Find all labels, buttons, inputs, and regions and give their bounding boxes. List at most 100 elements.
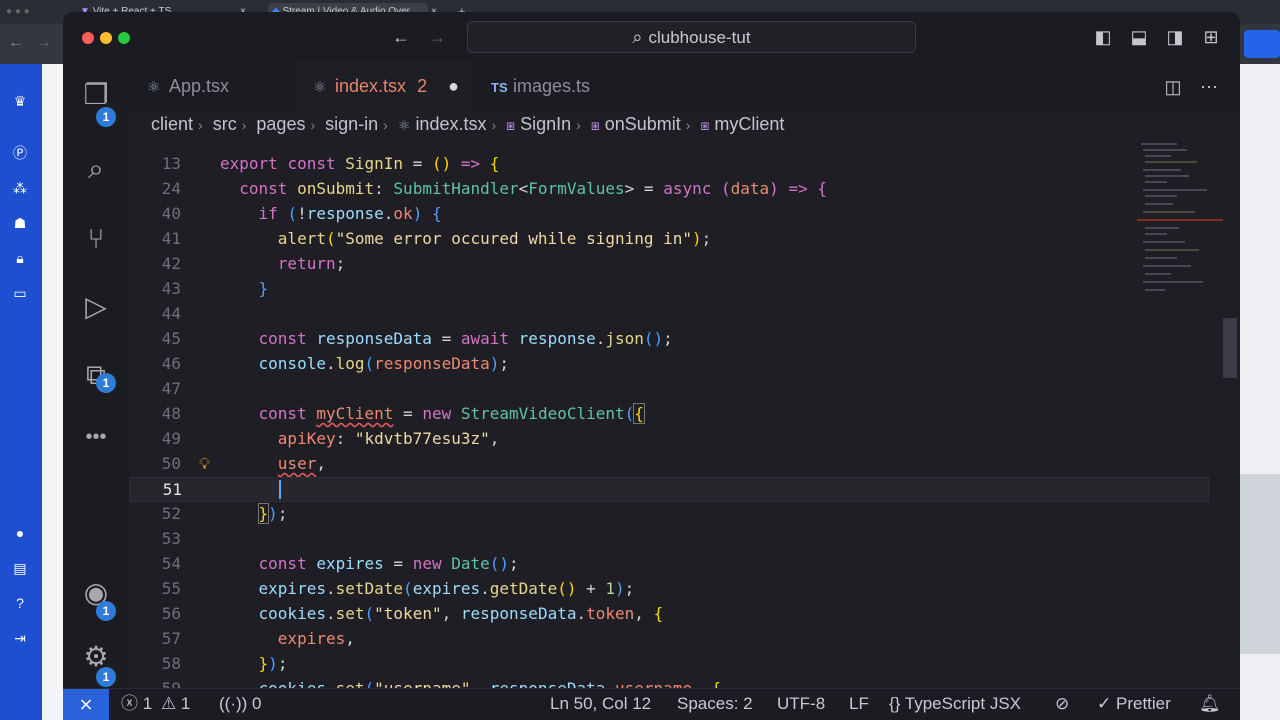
code-line: 56 cookies.set("token", responseData.tok… xyxy=(129,602,1209,627)
code-line-current: 51 xyxy=(129,477,1209,502)
users-icon[interactable]: ☗ xyxy=(11,214,29,232)
page-thumbnail xyxy=(1240,474,1280,654)
code-text: if (!response.ok) { xyxy=(258,204,442,223)
breadcrumb-item[interactable]: pages xyxy=(256,114,305,135)
code-line: 41 alert("Some error occured while signi… xyxy=(129,227,1209,252)
line-number: 58 xyxy=(161,654,181,673)
vertical-scrollbar[interactable] xyxy=(1223,318,1237,378)
ports-count: 0 xyxy=(252,694,262,713)
maximize-window-button[interactable] xyxy=(118,32,130,44)
indentation[interactable]: Spaces: 2 xyxy=(677,689,753,719)
code-line: 54 const expires = new Date(); xyxy=(129,552,1209,577)
code-line: 55 expires.setDate(expires.getDate() + 1… xyxy=(129,577,1209,602)
code-text: const expires = new Date(); xyxy=(258,554,519,573)
browser-extension-button[interactable] xyxy=(1244,30,1280,58)
back-icon[interactable]: ← xyxy=(390,26,412,48)
copilot-disabled-icon[interactable]: ⊘ xyxy=(1055,689,1069,719)
error-icon: ⓧ xyxy=(121,694,138,713)
book-icon[interactable]: ▤ xyxy=(11,559,29,577)
back-icon[interactable]: ← xyxy=(8,34,24,52)
customize-layout-icon[interactable]: ⊞ xyxy=(1200,26,1222,48)
problems-indicator[interactable]: ⓧ 1 ⚠ 1 xyxy=(121,689,190,719)
ports-indicator[interactable]: ((·)) 0 xyxy=(219,689,262,719)
editor-tabs: ⚛ App.tsx ⚛ index.tsx 2 ● TS images.ts ◫ ⋯ xyxy=(129,62,1240,112)
more-actions-icon[interactable]: ⋯ xyxy=(1198,76,1220,98)
workspace-title: clubhouse-tut xyxy=(648,28,751,47)
lock-icon[interactable]: 🔒︎ xyxy=(11,249,29,267)
apps-icon[interactable]: ⁂ xyxy=(11,179,29,197)
chevron-right-icon: › xyxy=(491,117,497,133)
toggle-secondary-sidebar-icon[interactable]: ◨ xyxy=(1164,26,1186,48)
logout-icon[interactable]: ⇥ xyxy=(11,629,29,647)
code-line: 47 xyxy=(129,377,1209,402)
code-text: alert("Some error occured while signing … xyxy=(277,229,712,248)
code-text: }); xyxy=(257,503,288,524)
minimize-window-button[interactable] xyxy=(100,32,112,44)
run-debug-icon[interactable]: ▷ xyxy=(77,288,115,326)
toggle-panel-icon[interactable]: ⬓ xyxy=(1128,26,1150,48)
breadcrumb: client › src › pages › sign-in › ⚛ index.tsx… xyxy=(151,114,784,140)
breadcrumb-item[interactable]: src xyxy=(213,114,237,135)
prettier-status[interactable]: ✓ Prettier xyxy=(1097,689,1171,719)
breadcrumb-item[interactable]: client xyxy=(151,114,193,135)
line-number: 49 xyxy=(161,429,181,448)
p-icon[interactable]: Ⓟ xyxy=(11,144,29,162)
end-of-line[interactable]: LF xyxy=(849,689,869,719)
close-window-button[interactable] xyxy=(82,32,94,44)
line-number: 24 xyxy=(161,179,181,198)
lightbulb-icon[interactable]: 💡︎ xyxy=(199,452,210,477)
code-text: user, xyxy=(277,454,326,473)
language-mode[interactable]: {} TypeScript JSX xyxy=(889,689,1021,719)
react-icon: ⚛ xyxy=(397,117,411,133)
split-editor-icon[interactable]: ◫ xyxy=(1162,76,1184,98)
code-text: } xyxy=(258,279,269,298)
breadcrumb-item[interactable]: onSubmit xyxy=(605,114,681,135)
encoding[interactable]: UTF-8 xyxy=(777,689,825,719)
user-icon[interactable]: ● xyxy=(11,524,29,542)
tab-images-ts[interactable]: TS images.ts xyxy=(473,62,623,112)
line-number: 57 xyxy=(161,629,181,648)
bell-icon[interactable]: 🔔︎ xyxy=(1199,689,1221,719)
forward-icon[interactable]: → xyxy=(36,34,52,52)
chevron-right-icon: › xyxy=(383,117,388,133)
code-text: const onSubmit: SubmitHandler<FormValues… xyxy=(239,179,827,198)
toggle-primary-sidebar-icon[interactable]: ◧ xyxy=(1092,26,1114,48)
code-editor[interactable]: 13 export const SignIn = () => { 24 const… xyxy=(129,140,1240,698)
card-icon[interactable]: ▭ xyxy=(11,284,29,302)
chevron-right-icon: › xyxy=(241,117,247,133)
breadcrumb-item[interactable]: SignIn xyxy=(520,114,571,135)
code-text: const responseData = await response.json… xyxy=(258,329,673,348)
tab-app-tsx[interactable]: ⚛ App.tsx xyxy=(129,62,287,112)
tab-index-tsx[interactable]: ⚛ index.tsx 2 ● xyxy=(295,62,473,112)
line-number: 52 xyxy=(161,504,181,523)
remote-icon[interactable]: ⨯ xyxy=(63,689,109,720)
forward-icon[interactable]: → xyxy=(426,26,448,48)
breadcrumb-item[interactable]: myClient xyxy=(714,114,784,135)
line-number: 48 xyxy=(161,404,181,423)
line-number: 55 xyxy=(161,579,181,598)
breadcrumb-item[interactable]: index.tsx xyxy=(415,114,486,135)
more-icon[interactable]: ••• xyxy=(77,418,115,456)
language-label: TypeScript JSX xyxy=(904,694,1021,713)
source-control-icon[interactable]: ⑂ xyxy=(77,220,115,258)
browser-window-controls: ● ● ● xyxy=(6,6,30,17)
minimap[interactable] xyxy=(1137,140,1223,300)
line-number: 56 xyxy=(161,604,181,623)
help-icon[interactable]: ? xyxy=(11,594,29,612)
line-number: 13 xyxy=(161,154,181,173)
code-line: 50 💡︎ user, xyxy=(129,452,1209,477)
breadcrumb-item[interactable]: sign-in xyxy=(325,114,378,135)
tab-label: App.tsx xyxy=(169,76,230,96)
unsaved-dot-icon[interactable]: ● xyxy=(448,76,459,96)
cursor-position[interactable]: Ln 50, Col 12 xyxy=(550,689,651,719)
code-text: cookies.set("token", responseData.token,… xyxy=(258,604,664,623)
code-text: expires, xyxy=(277,629,355,648)
tab-label: index.tsx xyxy=(335,76,407,96)
search-icon[interactable]: ⌕ xyxy=(77,150,115,188)
line-number: 54 xyxy=(161,554,181,573)
title-bar: ← → ⌕ clubhouse-tut ◧ ⬓ ◨ ⊞ xyxy=(63,12,1240,62)
line-number: 46 xyxy=(161,354,181,373)
line-number: 43 xyxy=(161,279,181,298)
symbol-icon: ⧆ xyxy=(700,117,710,133)
command-center[interactable]: ⌕ clubhouse-tut xyxy=(467,21,916,53)
